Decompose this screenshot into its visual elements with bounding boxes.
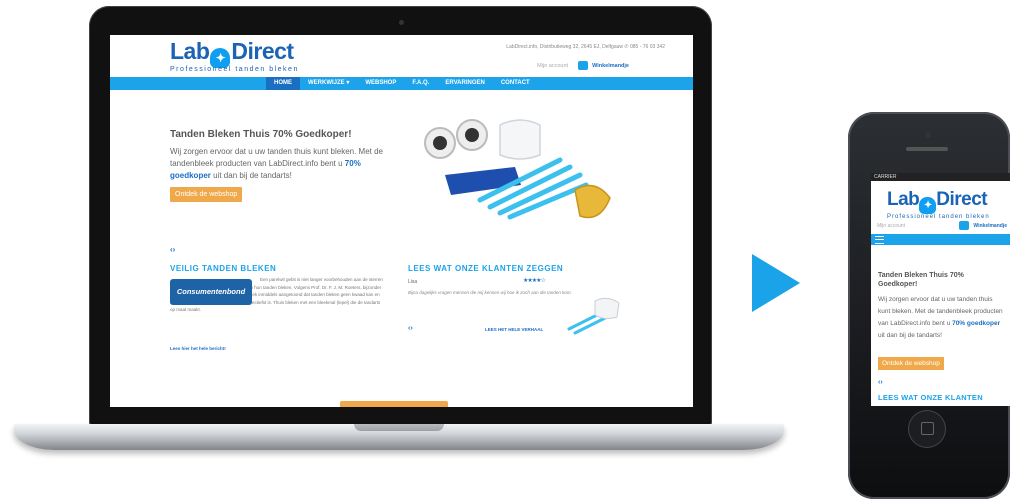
product-image — [424, 119, 611, 220]
phone-logo-tagline: Professioneel tanden bleken — [887, 214, 990, 220]
camera-icon — [399, 20, 404, 25]
webshop-cta-button[interactable]: Ontdek de webshop — [170, 187, 243, 202]
phone-hero-text: Wij zorgen ervoor dat u uw tanden thuis … — [878, 296, 1003, 339]
phone-logo-wordmark: Lab ✦ Direct — [887, 189, 990, 214]
read-article-link[interactable]: Lees hier het hele bericht! — [170, 346, 226, 351]
laptop-notch — [354, 424, 444, 431]
phone-hero-accent: 70% goedkoper — [952, 320, 1001, 327]
phone-screen: CARRIER Lab ✦ Direct Professioneel tanden … — [871, 173, 1010, 406]
nav-item-contact[interactable]: CONTACT — [493, 77, 538, 90]
cart-icon — [578, 61, 589, 70]
phone-home-button[interactable] — [908, 410, 946, 448]
nav-item-f-a-q[interactable]: F.A.Q. — [404, 77, 437, 90]
phone-slider-arrows[interactable]: ‹› — [878, 379, 883, 386]
phone-speaker — [906, 147, 948, 151]
home-square-icon — [921, 422, 934, 435]
laptop-screen: Lab ✦ Direct Professioneel tanden bleken L… — [110, 35, 693, 407]
account-link[interactable]: Mijn account — [537, 63, 568, 69]
review-quote: Bijna dagelijks vragen mensen die mij ke… — [408, 290, 572, 295]
reviews-title: LEES WAT ONZE KLANTEN ZEGGEN — [408, 264, 564, 273]
hamburger-menu-icon[interactable] — [875, 236, 884, 244]
logo-wordmark: Lab ✦ Direct — [170, 38, 299, 68]
nav-item-home[interactable]: HOME — [266, 77, 300, 90]
hero-title: Tanden Bleken Thuis 70% Goedkoper! — [170, 129, 352, 140]
phone-camera-icon — [925, 132, 931, 138]
phone-webshop-cta-button[interactable]: Ontdek de webshop — [878, 357, 944, 370]
phone-cart-label: Winkelmandje — [973, 222, 1007, 229]
nav-item-webshop[interactable]: WEBSHOP — [357, 77, 404, 90]
logo-tagline: Professioneel tanden bleken — [170, 66, 299, 73]
phone-status-bar: CARRIER — [871, 173, 1010, 181]
phone-account-row: Mijn account Winkelmandje — [877, 221, 1007, 230]
phone-account-link[interactable]: Mijn account — [877, 223, 905, 229]
consumentenbond-badge: Consumentenbond — [170, 279, 252, 305]
phone-site-logo[interactable]: Lab ✦ Direct Professioneel tanden bleken — [887, 189, 990, 220]
read-story-link[interactable]: LEES HET HELE VERHAAL — [485, 327, 543, 332]
hero-text: Wij zorgen ervoor dat u uw tanden thuis … — [170, 147, 384, 180]
phone-nav — [871, 234, 1010, 245]
contact-info: LabDirect.info, Distributieweg 32, 2645 … — [506, 44, 665, 50]
footer-tab — [340, 401, 448, 407]
tooth-icon: ✦ — [919, 197, 937, 214]
nav-item-ervaringen[interactable]: ERVARINGEN — [437, 77, 492, 90]
nav-item-werkwijze[interactable]: WERKWIJZE ▾ — [300, 77, 357, 90]
account-row: Mijn account Winkelmandje — [537, 61, 629, 70]
review-slider-arrows[interactable]: ‹› — [408, 325, 413, 332]
phone-hero-title: Tanden Bleken Thuis 70% Goedkoper! — [878, 272, 964, 288]
laptop-base — [14, 424, 784, 450]
phone-reviews-title: LEES WAT ONZE KLANTEN — [878, 393, 983, 402]
nav-items: HOME WERKWIJZE ▾ WEBSHOP F.A.Q. ERVARINGEN CO… — [266, 77, 538, 90]
site-logo[interactable]: Lab ✦ Direct Professioneel tanden bleken — [170, 38, 299, 73]
star-rating: ★★★★☆ — [523, 278, 546, 284]
main-nav: HOME WERKWIJZE ▾ WEBSHOP F.A.Q. ERVARINGEN CO… — [110, 77, 693, 90]
site-header: Lab ✦ Direct Professioneel tanden bleken L… — [110, 35, 693, 77]
phone-cart-link[interactable]: Winkelmandje — [959, 221, 1007, 230]
cart-link[interactable]: Winkelmandje — [578, 61, 629, 70]
slider-arrows[interactable]: ‹› — [170, 245, 175, 254]
cart-icon — [959, 221, 970, 230]
safe-whitening-title: VEILIG TANDEN BLEKEN — [170, 264, 277, 273]
phone-frame: CARRIER Lab ✦ Direct Professioneel tanden … — [848, 112, 1010, 499]
cart-label: Winkelmandje — [592, 62, 629, 69]
arrow-right-icon — [752, 254, 800, 312]
reviewer-name: Lisa — [408, 279, 418, 285]
review-product-image — [567, 297, 620, 335]
laptop-frame: Lab ✦ Direct Professioneel tanden bleken L… — [89, 6, 712, 426]
tooth-icon: ✦ — [210, 48, 231, 68]
